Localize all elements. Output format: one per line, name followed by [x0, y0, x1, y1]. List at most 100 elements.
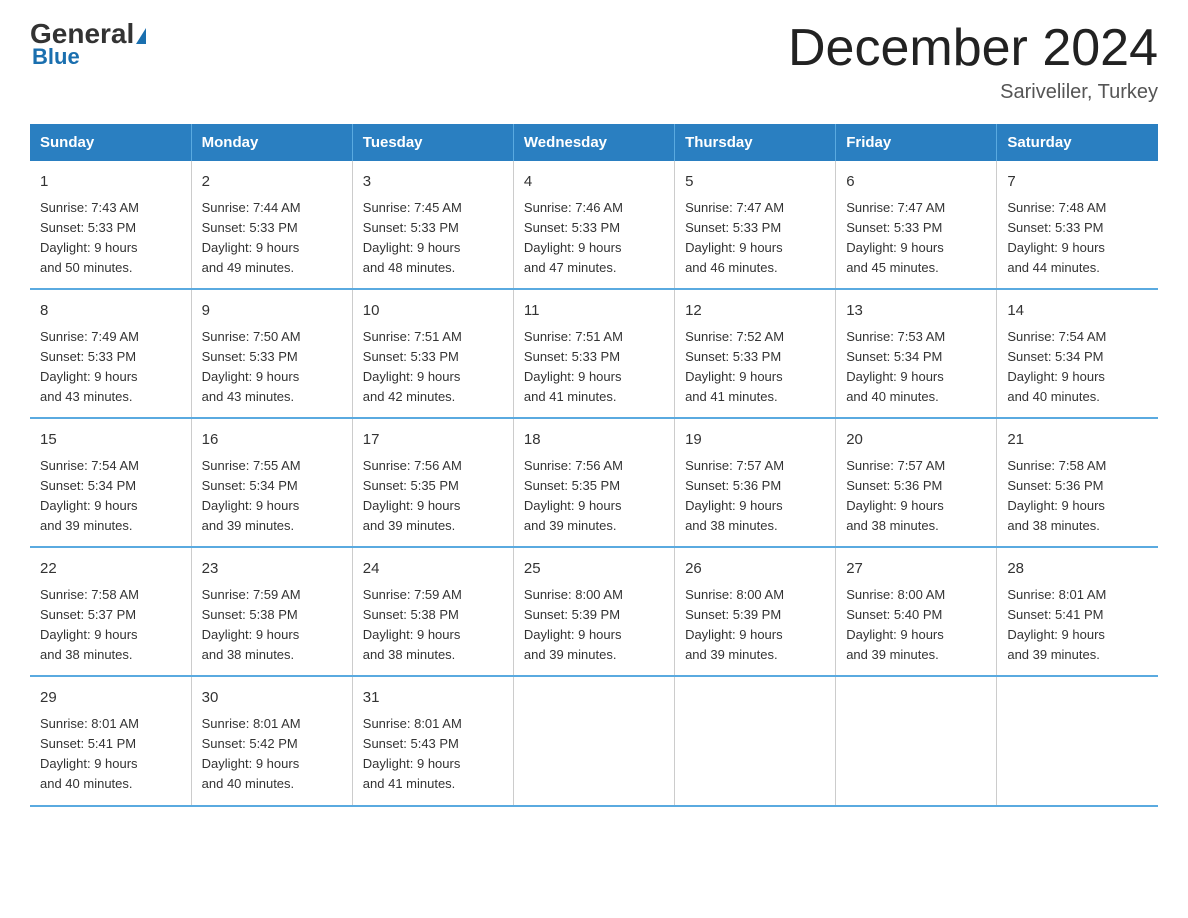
day-info: Sunrise: 8:01 AMSunset: 5:42 PMDaylight:… — [202, 714, 342, 795]
day-number: 15 — [40, 429, 181, 452]
day-info: Sunrise: 7:59 AMSunset: 5:38 PMDaylight:… — [363, 585, 503, 666]
day-number: 3 — [363, 171, 503, 194]
day-number: 10 — [363, 300, 503, 323]
col-sunday: Sunday — [30, 124, 191, 161]
table-row: 10 Sunrise: 7:51 AMSunset: 5:33 PMDaylig… — [352, 289, 513, 418]
table-row — [675, 676, 836, 805]
table-row: 13 Sunrise: 7:53 AMSunset: 5:34 PMDaylig… — [836, 289, 997, 418]
day-info: Sunrise: 7:57 AMSunset: 5:36 PMDaylight:… — [685, 456, 825, 537]
calendar-row-1: 1 Sunrise: 7:43 AMSunset: 5:33 PMDayligh… — [30, 161, 1158, 289]
calendar-table: Sunday Monday Tuesday Wednesday Thursday… — [30, 124, 1158, 806]
day-number: 30 — [202, 687, 342, 710]
day-number: 1 — [40, 171, 181, 194]
day-info: Sunrise: 7:56 AMSunset: 5:35 PMDaylight:… — [524, 456, 664, 537]
day-info: Sunrise: 7:43 AMSunset: 5:33 PMDaylight:… — [40, 198, 181, 279]
day-info: Sunrise: 7:55 AMSunset: 5:34 PMDaylight:… — [202, 456, 342, 537]
day-number: 26 — [685, 558, 825, 581]
day-info: Sunrise: 7:56 AMSunset: 5:35 PMDaylight:… — [363, 456, 503, 537]
table-row: 11 Sunrise: 7:51 AMSunset: 5:33 PMDaylig… — [513, 289, 674, 418]
table-row: 21 Sunrise: 7:58 AMSunset: 5:36 PMDaylig… — [997, 418, 1158, 547]
day-number: 12 — [685, 300, 825, 323]
day-info: Sunrise: 7:51 AMSunset: 5:33 PMDaylight:… — [363, 327, 503, 408]
table-row: 6 Sunrise: 7:47 AMSunset: 5:33 PMDayligh… — [836, 161, 997, 289]
day-info: Sunrise: 7:58 AMSunset: 5:36 PMDaylight:… — [1007, 456, 1148, 537]
table-row: 27 Sunrise: 8:00 AMSunset: 5:40 PMDaylig… — [836, 547, 997, 676]
col-thursday: Thursday — [675, 124, 836, 161]
page-header: General Blue December 2024 Sariveliler, … — [30, 20, 1158, 104]
day-number: 23 — [202, 558, 342, 581]
day-number: 2 — [202, 171, 342, 194]
day-info: Sunrise: 7:53 AMSunset: 5:34 PMDaylight:… — [846, 327, 986, 408]
table-row: 17 Sunrise: 7:56 AMSunset: 5:35 PMDaylig… — [352, 418, 513, 547]
table-row: 15 Sunrise: 7:54 AMSunset: 5:34 PMDaylig… — [30, 418, 191, 547]
day-info: Sunrise: 7:57 AMSunset: 5:36 PMDaylight:… — [846, 456, 986, 537]
day-info: Sunrise: 8:00 AMSunset: 5:40 PMDaylight:… — [846, 585, 986, 666]
table-row — [997, 676, 1158, 805]
calendar-header-row: Sunday Monday Tuesday Wednesday Thursday… — [30, 124, 1158, 161]
day-number: 29 — [40, 687, 181, 710]
table-row: 19 Sunrise: 7:57 AMSunset: 5:36 PMDaylig… — [675, 418, 836, 547]
col-wednesday: Wednesday — [513, 124, 674, 161]
calendar-row-3: 15 Sunrise: 7:54 AMSunset: 5:34 PMDaylig… — [30, 418, 1158, 547]
day-number: 17 — [363, 429, 503, 452]
day-number: 22 — [40, 558, 181, 581]
day-info: Sunrise: 7:54 AMSunset: 5:34 PMDaylight:… — [40, 456, 181, 537]
day-number: 4 — [524, 171, 664, 194]
day-number: 8 — [40, 300, 181, 323]
day-info: Sunrise: 7:44 AMSunset: 5:33 PMDaylight:… — [202, 198, 342, 279]
table-row: 12 Sunrise: 7:52 AMSunset: 5:33 PMDaylig… — [675, 289, 836, 418]
page-title: December 2024 — [788, 20, 1158, 77]
day-number: 25 — [524, 558, 664, 581]
calendar-row-5: 29 Sunrise: 8:01 AMSunset: 5:41 PMDaylig… — [30, 676, 1158, 805]
day-number: 24 — [363, 558, 503, 581]
table-row: 26 Sunrise: 8:00 AMSunset: 5:39 PMDaylig… — [675, 547, 836, 676]
calendar-row-2: 8 Sunrise: 7:49 AMSunset: 5:33 PMDayligh… — [30, 289, 1158, 418]
table-row: 31 Sunrise: 8:01 AMSunset: 5:43 PMDaylig… — [352, 676, 513, 805]
table-row: 25 Sunrise: 8:00 AMSunset: 5:39 PMDaylig… — [513, 547, 674, 676]
day-number: 14 — [1007, 300, 1148, 323]
table-row — [513, 676, 674, 805]
day-info: Sunrise: 7:46 AMSunset: 5:33 PMDaylight:… — [524, 198, 664, 279]
table-row: 23 Sunrise: 7:59 AMSunset: 5:38 PMDaylig… — [191, 547, 352, 676]
day-info: Sunrise: 7:47 AMSunset: 5:33 PMDaylight:… — [685, 198, 825, 279]
day-info: Sunrise: 8:00 AMSunset: 5:39 PMDaylight:… — [524, 585, 664, 666]
table-row: 24 Sunrise: 7:59 AMSunset: 5:38 PMDaylig… — [352, 547, 513, 676]
day-number: 18 — [524, 429, 664, 452]
day-info: Sunrise: 8:01 AMSunset: 5:43 PMDaylight:… — [363, 714, 503, 795]
day-info: Sunrise: 7:50 AMSunset: 5:33 PMDaylight:… — [202, 327, 342, 408]
day-info: Sunrise: 7:59 AMSunset: 5:38 PMDaylight:… — [202, 585, 342, 666]
table-row: 28 Sunrise: 8:01 AMSunset: 5:41 PMDaylig… — [997, 547, 1158, 676]
col-tuesday: Tuesday — [352, 124, 513, 161]
table-row: 9 Sunrise: 7:50 AMSunset: 5:33 PMDayligh… — [191, 289, 352, 418]
table-row: 3 Sunrise: 7:45 AMSunset: 5:33 PMDayligh… — [352, 161, 513, 289]
table-row: 16 Sunrise: 7:55 AMSunset: 5:34 PMDaylig… — [191, 418, 352, 547]
day-info: Sunrise: 7:48 AMSunset: 5:33 PMDaylight:… — [1007, 198, 1148, 279]
day-number: 16 — [202, 429, 342, 452]
day-number: 28 — [1007, 558, 1148, 581]
table-row: 8 Sunrise: 7:49 AMSunset: 5:33 PMDayligh… — [30, 289, 191, 418]
day-info: Sunrise: 7:47 AMSunset: 5:33 PMDaylight:… — [846, 198, 986, 279]
table-row: 18 Sunrise: 7:56 AMSunset: 5:35 PMDaylig… — [513, 418, 674, 547]
day-info: Sunrise: 7:49 AMSunset: 5:33 PMDaylight:… — [40, 327, 181, 408]
table-row: 22 Sunrise: 7:58 AMSunset: 5:37 PMDaylig… — [30, 547, 191, 676]
day-number: 21 — [1007, 429, 1148, 452]
day-info: Sunrise: 7:54 AMSunset: 5:34 PMDaylight:… — [1007, 327, 1148, 408]
day-number: 11 — [524, 300, 664, 323]
table-row: 2 Sunrise: 7:44 AMSunset: 5:33 PMDayligh… — [191, 161, 352, 289]
table-row: 29 Sunrise: 8:01 AMSunset: 5:41 PMDaylig… — [30, 676, 191, 805]
day-number: 5 — [685, 171, 825, 194]
logo: General Blue — [30, 20, 146, 70]
day-number: 6 — [846, 171, 986, 194]
day-info: Sunrise: 8:00 AMSunset: 5:39 PMDaylight:… — [685, 585, 825, 666]
table-row: 14 Sunrise: 7:54 AMSunset: 5:34 PMDaylig… — [997, 289, 1158, 418]
day-number: 31 — [363, 687, 503, 710]
day-info: Sunrise: 8:01 AMSunset: 5:41 PMDaylight:… — [1007, 585, 1148, 666]
table-row: 1 Sunrise: 7:43 AMSunset: 5:33 PMDayligh… — [30, 161, 191, 289]
table-row — [836, 676, 997, 805]
day-number: 7 — [1007, 171, 1148, 194]
table-row: 30 Sunrise: 8:01 AMSunset: 5:42 PMDaylig… — [191, 676, 352, 805]
calendar-row-4: 22 Sunrise: 7:58 AMSunset: 5:37 PMDaylig… — [30, 547, 1158, 676]
day-number: 19 — [685, 429, 825, 452]
day-info: Sunrise: 7:58 AMSunset: 5:37 PMDaylight:… — [40, 585, 181, 666]
table-row: 5 Sunrise: 7:47 AMSunset: 5:33 PMDayligh… — [675, 161, 836, 289]
